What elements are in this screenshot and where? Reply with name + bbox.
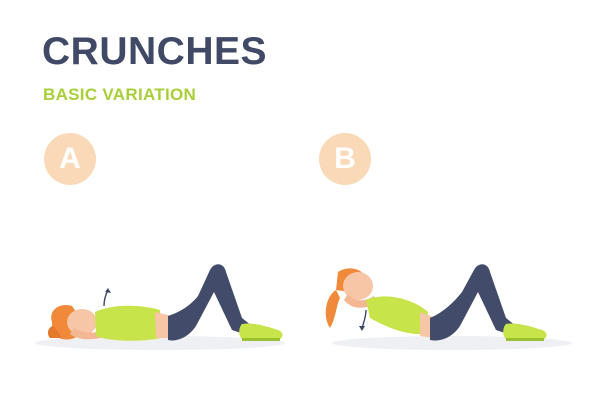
figure-a: [35, 264, 285, 350]
leggings-b: [430, 264, 516, 341]
illustration: [35, 264, 572, 350]
down-arrow-icon: [361, 309, 367, 329]
top-a: [95, 305, 162, 341]
head-a: [67, 309, 97, 335]
hair-b: [325, 290, 340, 328]
leggings-a: [168, 264, 252, 341]
shoe-b: [503, 323, 547, 340]
shoe-a: [239, 323, 283, 340]
top-b: [366, 296, 428, 335]
figure-b: [325, 264, 572, 350]
